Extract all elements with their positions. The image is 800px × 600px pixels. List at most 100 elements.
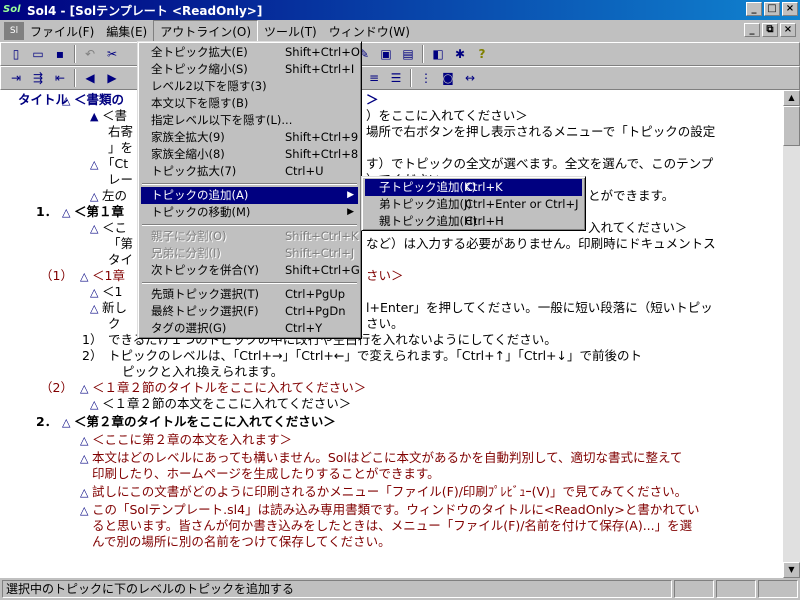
menu-item-select-tag[interactable]: タグの選択(G) Ctrl+Y bbox=[141, 320, 358, 337]
expand-icon[interactable]: ↔ bbox=[459, 68, 481, 88]
status-bar: 選択中のトピックに下のレベルのトピックを追加する bbox=[0, 578, 800, 600]
scroll-down-icon[interactable]: ▼ bbox=[783, 562, 800, 578]
body-line[interactable]: ピックと入れ換えられます。 bbox=[122, 364, 283, 380]
image-icon[interactable]: ▣ bbox=[375, 44, 397, 64]
menu-window[interactable]: ウィンドウ(W) bbox=[323, 21, 416, 42]
toolbar-separator bbox=[410, 69, 412, 87]
body-line[interactable]: んで別の場所に別の名前をつけて保存してください。 bbox=[92, 534, 391, 550]
body-line[interactable]: 」を bbox=[108, 140, 133, 156]
topic-label: タイトル bbox=[18, 92, 69, 107]
properties-icon[interactable]: ◧ bbox=[427, 44, 449, 64]
body-line[interactable]: △ ＜１章２節の本文をここに入れてください＞ bbox=[90, 396, 351, 413]
menu-item-hide-body[interactable]: 本文以下を隠す(B) bbox=[141, 95, 358, 112]
body-line[interactable]: △ 「Ct bbox=[90, 156, 128, 173]
body-fragment: とができます。 bbox=[588, 188, 675, 203]
menu-item-family-expand[interactable]: 家族全拡大(9) Shift+Ctrl+9 bbox=[141, 129, 358, 146]
status-cell bbox=[758, 580, 798, 598]
caption-buttons: _ □ × bbox=[744, 2, 798, 16]
save-icon[interactable]: ▪ bbox=[49, 44, 71, 64]
menu-outline[interactable]: アウトライン(O) bbox=[153, 19, 259, 43]
merge-icon[interactable]: ☰ bbox=[385, 68, 407, 88]
body-line[interactable]: △ この「Solテンプレート.sl4」は読み込み専用書類です。ウィンドウのタイトル… bbox=[80, 502, 699, 519]
body-line[interactable]: △ 試しにこの文書がどのように印刷されるかメニュー「ファイル(F)/印刷ﾌﾟﾚﾋﾞ… bbox=[80, 484, 687, 501]
body-line[interactable]: 印刷したり、ホームページを生成したりすることができます。 bbox=[92, 466, 440, 482]
body-line[interactable]: ると思います。皆さんが何か書き込みをしたときは、メニュー「ファイル(F)/名前を… bbox=[92, 518, 692, 534]
status-cell bbox=[716, 580, 756, 598]
body-line[interactable]: △ 本文はどのレベルにあっても構いません。Solはどこに本文があるかを自動判別して… bbox=[80, 450, 682, 467]
body-line[interactable]: 「第 bbox=[108, 236, 133, 252]
menu-tools[interactable]: ツール(T) bbox=[258, 21, 323, 42]
topic-line[interactable]: △ ＜第２章のタイトルをここに入れてください＞ bbox=[62, 414, 336, 431]
menu-item-topic-expand[interactable]: トピック拡大(7) Ctrl+U bbox=[141, 163, 358, 180]
menu-item-add-parent[interactable]: 親トピック追加(H) Ctrl+H bbox=[365, 213, 582, 230]
topic-line[interactable]: △ ＜第１章 bbox=[62, 204, 124, 221]
body-line[interactable]: △ 左の bbox=[90, 188, 127, 205]
menu-edit[interactable]: 編集(E) bbox=[100, 21, 153, 42]
menu-file[interactable]: ファイル(F) bbox=[24, 21, 100, 42]
minimize-button[interactable]: _ bbox=[746, 2, 762, 16]
body-line[interactable]: トピックのレベルは、「Ctrl+→」「Ctrl+←」で変えられます。「Ctrl+… bbox=[108, 348, 642, 364]
outline-editor[interactable]: タイトル △ ＜書類の ＞ ▲ ＜書 ）をここに入れてください＞ 右寄 場所で右ボタ… bbox=[0, 90, 783, 578]
menu-item-add-topic[interactable]: トピックの追加(A) ▶ bbox=[141, 187, 358, 204]
mdi-restore-button[interactable]: ⧉ bbox=[762, 23, 778, 37]
menu-item-family-collapse[interactable]: 家族全縮小(8) Shift+Ctrl+8 bbox=[141, 146, 358, 163]
menu-item-select-first[interactable]: 先頭トピック選択(T) Ctrl+PgUp bbox=[141, 286, 358, 303]
menu-item-expand-all[interactable]: 全トピック拡大(E) Shift+Ctrl+O bbox=[141, 44, 360, 61]
menu-item-hide-level2[interactable]: レベル2以下を隠す(3) bbox=[141, 78, 358, 95]
menu-item-hide-level[interactable]: 指定レベル以下を隠す(L)... bbox=[141, 112, 358, 129]
add-child-icon[interactable]: ⇶ bbox=[27, 68, 49, 88]
numbered-list-icon[interactable]: ⋮ bbox=[415, 68, 437, 88]
mdi-minimize-button[interactable]: _ bbox=[744, 23, 760, 37]
title-bar[interactable]: Sol Sol4 - [Solテンプレート <ReadOnly>] _ □ × bbox=[0, 0, 800, 20]
chapter-number: 1． bbox=[36, 204, 58, 219]
body-line[interactable]: △ ＜ここに第２章の本文を入れます＞ bbox=[80, 432, 292, 449]
cut-icon[interactable]: ✂ bbox=[101, 44, 123, 64]
menu-item-move-topic[interactable]: トピックの移動(M) ▶ bbox=[141, 204, 358, 221]
body-line[interactable]: △ 新し bbox=[90, 300, 127, 317]
align-icon[interactable]: ≡ bbox=[363, 68, 385, 88]
document-icon[interactable]: Sl bbox=[4, 22, 24, 40]
scroll-up-icon[interactable]: ▲ bbox=[783, 90, 800, 106]
topic-fragment: ＞ bbox=[366, 92, 379, 107]
body-line[interactable]: 右寄 bbox=[108, 124, 133, 140]
topic-line[interactable]: △ ＜1章 bbox=[80, 268, 125, 285]
close-button[interactable]: × bbox=[782, 2, 798, 16]
body-fragment: 入れてください＞ bbox=[588, 220, 688, 235]
menu-item-merge-next[interactable]: 次トピックを併合(Y) Shift+Ctrl+G bbox=[141, 262, 360, 279]
body-line[interactable]: ク bbox=[108, 316, 121, 332]
body-line[interactable]: △ ＜1 bbox=[90, 284, 122, 301]
menu-separator bbox=[142, 183, 357, 185]
menu-item-select-last[interactable]: 最終トピック選択(F) Ctrl+PgDn bbox=[141, 303, 358, 320]
undo-icon[interactable]: ↶ bbox=[79, 44, 101, 64]
menu-item-add-sibling[interactable]: 弟トピック追加(J) Ctrl+Enter or Ctrl+J bbox=[365, 196, 582, 213]
body-line[interactable]: △ ＜こ bbox=[90, 220, 127, 237]
menu-item-collapse-all[interactable]: 全トピック縮小(S) Shift+Ctrl+I bbox=[141, 61, 358, 78]
body-fragment: l+Enter」を押してください。一般に短い段落に（短いトピッ bbox=[366, 300, 713, 315]
body-line[interactable]: レー bbox=[108, 172, 133, 188]
mdi-close-button[interactable]: × bbox=[780, 23, 796, 37]
maximize-button[interactable]: □ bbox=[764, 2, 780, 16]
select-icon[interactable]: ◙ bbox=[437, 68, 459, 88]
body-line[interactable]: タイ bbox=[108, 252, 133, 268]
open-folder-icon[interactable]: ▭ bbox=[27, 44, 49, 64]
topic-line[interactable]: △ ＜１章２節のタイトルをここに入れてください＞ bbox=[80, 380, 366, 397]
menu-separator bbox=[142, 282, 357, 284]
sol-icon[interactable]: Sol bbox=[3, 3, 21, 17]
body-line[interactable]: ▲ ＜書 bbox=[90, 108, 127, 125]
arrow-right-icon[interactable]: ▶ bbox=[101, 68, 123, 88]
settings-icon[interactable]: ✱ bbox=[449, 44, 471, 64]
topic-line[interactable]: △ ＜書類の bbox=[62, 92, 124, 109]
status-message: 選択中のトピックに下のレベルのトピックを追加する bbox=[2, 580, 672, 598]
scroll-thumb[interactable] bbox=[783, 106, 800, 146]
menu-item-split-parent-child: 親子に分割(O) Shift+Ctrl+K bbox=[151, 229, 359, 243]
section-number: （2） bbox=[40, 380, 73, 395]
chapter-number: 2． bbox=[36, 414, 58, 429]
help-icon[interactable]: ? bbox=[471, 44, 493, 64]
add-sibling-icon[interactable]: ⇥ bbox=[5, 68, 27, 88]
add-parent-icon[interactable]: ⇤ bbox=[49, 68, 71, 88]
arrow-left-icon[interactable]: ◀ bbox=[79, 68, 101, 88]
list-icon[interactable]: ▤ bbox=[397, 44, 419, 64]
new-document-icon[interactable]: ▯ bbox=[5, 44, 27, 64]
menu-item-add-child[interactable]: 子トピック追加(K) Ctrl+K bbox=[365, 179, 582, 196]
vertical-scrollbar[interactable]: ▲ ▼ bbox=[783, 90, 800, 578]
